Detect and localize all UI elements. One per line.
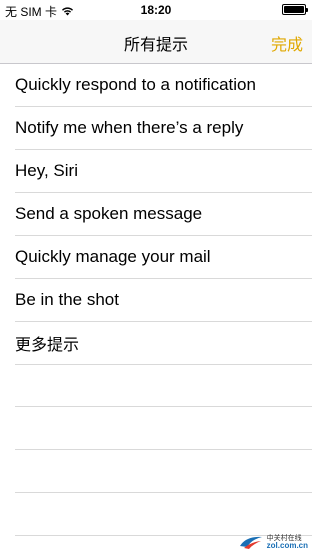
empty-row (15, 407, 312, 450)
watermark-text: 中关村在线 zol.com.cn (266, 534, 308, 550)
status-time: 18:20 (140, 3, 172, 17)
empty-row (15, 450, 312, 493)
tips-list: Quickly respond to a notification Notify… (0, 64, 312, 365)
list-item-hey-siri[interactable]: Hey, Siri (15, 150, 312, 193)
list-item-label: Notify me when there’s a reply (15, 118, 244, 137)
list-item-notify-reply[interactable]: Notify me when there’s a reply (15, 107, 312, 150)
list-item-more-tips[interactable]: 更多提示 (15, 322, 312, 365)
list-item-label: 更多提示 (15, 335, 80, 354)
list-item-in-the-shot[interactable]: Be in the shot (15, 279, 312, 322)
empty-row (15, 493, 312, 536)
empty-row (15, 364, 312, 407)
list-item-spoken-message[interactable]: Send a spoken message (15, 193, 312, 236)
page-title: 所有提示 (123, 35, 188, 54)
list-item-label: Quickly respond to a notification (15, 75, 256, 94)
list-item-label: Quickly manage your mail (15, 247, 211, 266)
watermark: 中关村在线 zol.com.cn (238, 534, 308, 550)
status-bar: 无 SIM 卡 18:20 (0, 0, 312, 20)
watermark-url: zol.com.cn (266, 540, 308, 550)
empty-list-area (0, 364, 312, 536)
list-item-label: Be in the shot (15, 290, 119, 309)
list-item-manage-mail[interactable]: Quickly manage your mail (15, 236, 312, 279)
zol-logo-icon (238, 534, 264, 550)
battery-icon (282, 4, 308, 15)
list-item-label: Send a spoken message (15, 204, 203, 223)
done-button[interactable]: 完成 (271, 31, 303, 55)
list-item-respond-notification[interactable]: Quickly respond to a notification (15, 64, 312, 107)
list-item-label: Hey, Siri (15, 161, 78, 180)
navigation-bar: 所有提示 完成 (0, 20, 312, 64)
